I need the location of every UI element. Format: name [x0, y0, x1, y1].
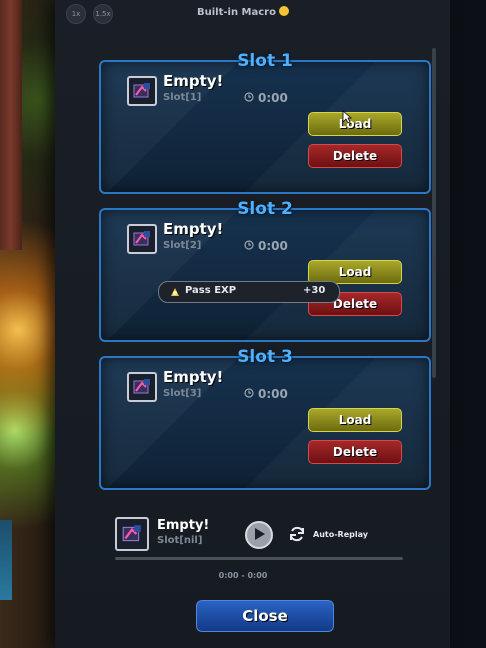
- smile-icon: [278, 6, 289, 16]
- clock-icon: [244, 92, 254, 102]
- slot-id: Slot[1]: [163, 92, 202, 103]
- slot-id: Slot[3]: [163, 388, 202, 399]
- playback-progress-bar[interactable]: [115, 557, 403, 560]
- slot-card-3: Slot 3 Empty! Slot[3] 0:00 Load Delete: [99, 347, 431, 490]
- panel-title-text: Built-in Macro: [197, 7, 276, 18]
- slot-id: Slot[2]: [163, 240, 202, 251]
- delete-button[interactable]: Delete: [308, 144, 402, 168]
- slot-duration: 0:00: [258, 387, 288, 401]
- slot-name: Empty!: [163, 220, 224, 238]
- slot-title: Slot 2: [237, 199, 293, 219]
- load-button[interactable]: Load: [308, 112, 402, 136]
- macro-icon: [127, 372, 157, 402]
- play-icon: [255, 528, 265, 540]
- scrollbar[interactable]: [432, 48, 436, 378]
- replay-icon[interactable]: [288, 525, 306, 543]
- pass-exp-toast: Pass EXP +30: [158, 281, 340, 303]
- delete-button[interactable]: Delete: [308, 440, 402, 464]
- macro-icon: [127, 224, 157, 254]
- slot-name: Empty!: [163, 72, 224, 90]
- close-button[interactable]: Close: [196, 600, 334, 632]
- slot-duration: 0:00: [258, 91, 288, 105]
- load-button[interactable]: Load: [308, 408, 402, 432]
- mouse-cursor-icon: [342, 110, 352, 124]
- slot-name: Empty!: [163, 368, 224, 386]
- playback-time-range: 0:00 - 0:00: [218, 571, 268, 580]
- current-macro-slot: Slot[nil]: [157, 535, 203, 546]
- exp-icon: [171, 288, 179, 296]
- auto-replay-label[interactable]: Auto-Replay: [313, 530, 368, 539]
- clock-icon: [244, 388, 254, 398]
- current-macro-name: Empty!: [157, 518, 210, 533]
- game-background-water: [0, 520, 12, 600]
- slot-duration: 0:00: [258, 239, 288, 253]
- slot-card-1: Slot 1 Empty! Slot[1] 0:00 Load Delete: [99, 51, 431, 194]
- toast-label: Pass EXP: [185, 285, 237, 296]
- current-macro-icon: [115, 517, 149, 551]
- game-background-trunk: [0, 0, 22, 250]
- slot-card-2: Slot 2 Empty! Slot[2] 0:00 Load Delete: [99, 199, 431, 342]
- clock-icon: [244, 240, 254, 250]
- slot-title: Slot 1: [237, 51, 293, 71]
- play-button[interactable]: [245, 521, 273, 549]
- panel-title: Built-in Macro: [0, 6, 486, 18]
- toast-value: +30: [303, 285, 326, 296]
- macro-icon: [127, 76, 157, 106]
- slot-title: Slot 3: [237, 347, 293, 367]
